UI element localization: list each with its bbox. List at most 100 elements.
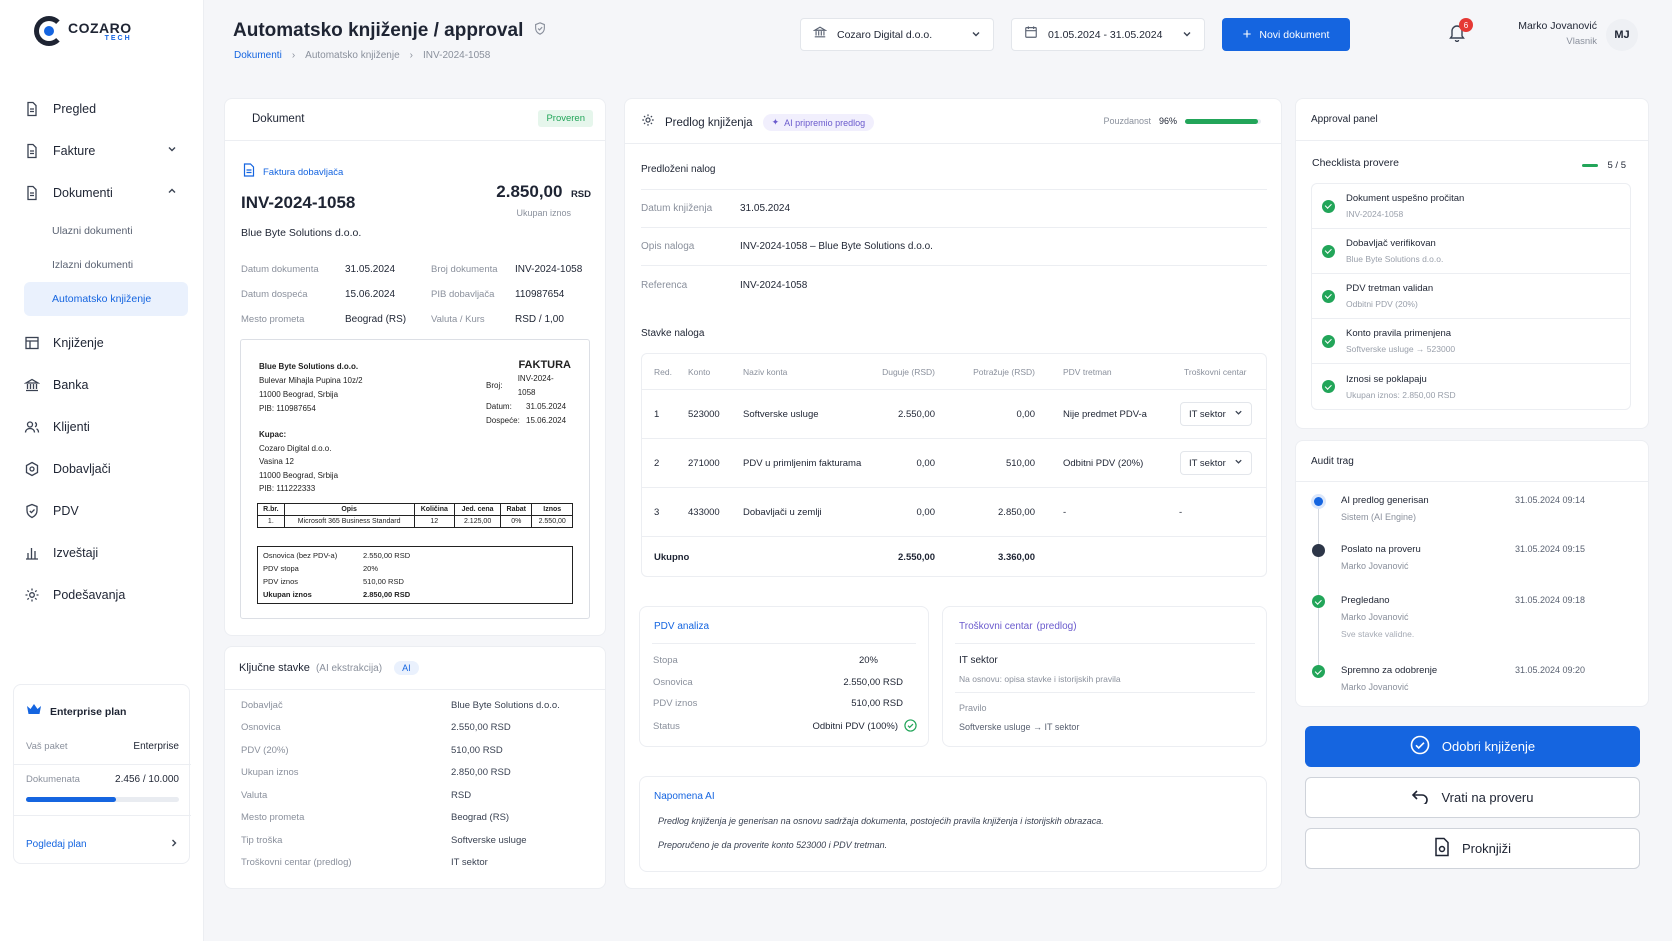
sidebar-item-knjizenje[interactable]: Knjiženje <box>24 322 189 364</box>
sidebar-sub-izlazni[interactable]: Izlazni dokumenti <box>24 248 189 282</box>
key-value: IT sektor <box>451 857 488 869</box>
check-icon <box>1312 665 1325 678</box>
plan-title: Enterprise plan <box>50 706 127 718</box>
document-number: INV-2024-1058 <box>241 193 356 212</box>
approve-button[interactable]: Odobri knjiženje <box>1305 726 1640 767</box>
invoice-preview[interactable]: Blue Byte Solutions d.o.o. Bulevar Mihaj… <box>240 339 590 619</box>
cell-red: 3 <box>654 506 660 518</box>
post-button[interactable]: Proknjiži <box>1305 828 1640 869</box>
sidebar-item-klijenti[interactable]: Klijenti <box>24 406 189 448</box>
page-title: Automatsko knjiženje / approval <box>233 20 524 41</box>
key-value: RSD <box>451 789 472 801</box>
key-value: 2.550,00 RSD <box>451 722 511 734</box>
logo[interactable]: COZARO TECH <box>34 16 132 46</box>
cost-center-name: IT sektor <box>959 655 998 666</box>
sidebar-item-pregled[interactable]: Pregled <box>24 88 189 130</box>
check-circle-icon <box>1410 735 1430 758</box>
sidebar-item-banka[interactable]: Banka <box>24 364 189 406</box>
brand-sub: TECH <box>104 34 132 42</box>
sidebar-sub-automatsko[interactable]: Automatsko knjiženje <box>24 282 188 316</box>
key-label: PDV (20%) <box>241 744 289 756</box>
view-plan-link[interactable]: Pogledaj plan <box>26 835 179 853</box>
invoice-meta-value: 15.06.2024 <box>526 416 567 425</box>
key-items-list: Dobavljač Blue Byte Solutions d.o.o. Osno… <box>241 694 591 874</box>
field-label: Mesto prometa <box>241 314 305 325</box>
field-label: PIB dobavljača <box>431 289 495 300</box>
invoice-cell: 2.125,00 <box>454 515 502 528</box>
table-row[interactable]: 1 523000 Softverske usluge 2.550,00 0,00… <box>642 390 1266 439</box>
logo-mark-icon <box>34 16 64 46</box>
chevron-down-icon <box>971 26 981 44</box>
sidebar-item-izvestaji[interactable]: Izveštaji <box>24 532 189 574</box>
return-label: Vrati na proveru <box>1441 790 1534 805</box>
field-value: 31.05.2024 <box>345 264 396 275</box>
vat-value: 20% <box>858 655 878 667</box>
invoice-meta-value: 31.05.2024 <box>526 402 567 411</box>
sidebar-item-label: Dokumenti <box>53 186 113 200</box>
document-type: Faktura dobavljača <box>263 167 344 178</box>
check-icon <box>1322 244 1335 258</box>
order-fields: Datum knjiženja 31.05.2024 Opis naloga INV… <box>641 189 1267 304</box>
invoice-total-value: 510,00 RSD <box>363 577 404 586</box>
col-header: Red. <box>654 366 672 377</box>
breadcrumb-automatsko[interactable]: Automatsko knjiženje <box>305 50 400 61</box>
company-select[interactable]: Cozaro Digital d.o.o. <box>800 18 994 51</box>
invoice-col: Iznos <box>531 503 573 516</box>
sidebar-sub-ulazni[interactable]: Ulazni dokumenti <box>24 214 189 248</box>
col-header: Troškovni centar <box>1184 366 1247 377</box>
notification-badge: 6 <box>1459 18 1473 32</box>
file-icon <box>24 143 40 159</box>
invoice-meta-label: Dospeće: <box>486 416 520 425</box>
user-info[interactable]: Marko Jovanović Vlasnik <box>1490 20 1597 47</box>
invoice-buyer-address: Vasina 12 <box>259 457 294 466</box>
ai-prepared-label: AI pripremio predlog <box>784 117 866 128</box>
check-icon <box>1312 595 1325 608</box>
table-row[interactable]: 2 271000 PDV u primljenim fakturama 0,00… <box>642 439 1266 488</box>
invoice-meta-value: INV-2024-1058 <box>517 374 554 397</box>
col-header: Naziv konta <box>743 366 788 377</box>
key-items-subtitle: (AI ekstrakcija) <box>315 662 383 674</box>
invoice-total-label: PDV iznos <box>263 577 299 586</box>
document-post-icon <box>1434 837 1450 860</box>
cell-konto: 523000 <box>688 408 720 420</box>
return-button[interactable]: Vrati na proveru <box>1305 777 1640 818</box>
field-value: 110987654 <box>515 289 565 300</box>
invoice-cell: 2.550,00 <box>531 515 573 528</box>
sidebar-item-fakture[interactable]: Fakture <box>24 130 189 172</box>
check-item: Konto pravila primenjena Softverske uslug… <box>1312 319 1630 364</box>
chart-icon <box>24 545 40 561</box>
audit-event-note: Sve stavke validne. <box>1341 629 1415 639</box>
cost-center-select[interactable]: IT sektor <box>1180 402 1252 426</box>
sidebar-item-dokumenti[interactable]: Dokumenti <box>24 172 189 214</box>
cell-potrazuje: 0,00 <box>1016 408 1036 420</box>
audit-event-date: 31.05.2024 09:18 <box>1515 595 1586 605</box>
chevron-down-icon <box>167 144 177 157</box>
period-select[interactable]: 01.05.2024 - 31.05.2024 <box>1011 18 1205 51</box>
audit-event: AI predlog generisan Sistem (AI Engine) … <box>1310 493 1640 533</box>
sidebar-item-podesavanja[interactable]: Podešavanja <box>24 574 189 616</box>
cost-center-select[interactable]: IT sektor <box>1180 451 1252 475</box>
sidebar-item-label: PDV <box>53 504 79 518</box>
key-label: Mesto prometa <box>241 812 305 824</box>
invoice-seller-pib: PIB: 110987654 <box>259 404 316 413</box>
cell-pdv: Odbitni PDV (20%) <box>1063 457 1144 469</box>
chevron-up-icon <box>167 186 177 199</box>
sidebar-item-pdv[interactable]: PDV <box>24 490 189 532</box>
chevron-down-icon <box>1234 408 1243 420</box>
check-item: Iznosi se poklapaju Ukupan iznos: 2.850,0… <box>1312 364 1630 409</box>
invoice-cell: 0% <box>500 515 533 528</box>
new-document-button[interactable]: + Novi dokument <box>1222 18 1350 51</box>
key-label: Dobavljač <box>241 699 283 711</box>
company-value: Cozaro Digital d.o.o. <box>837 28 933 41</box>
check-circle-icon <box>904 718 917 735</box>
vat-label: Osnovica <box>653 676 693 688</box>
bank-icon <box>24 377 40 393</box>
field-label: Broj dokumenta <box>431 264 498 275</box>
file-icon <box>24 101 40 117</box>
breadcrumb-dokumenti[interactable]: Dokumenti <box>234 50 282 61</box>
sidebar-item-dobavljaci[interactable]: Dobavljači <box>24 448 189 490</box>
avatar[interactable]: MJ <box>1606 19 1638 51</box>
notifications-button[interactable]: 6 <box>1448 18 1473 46</box>
table-row[interactable]: 3 433000 Dobavljači u zemlji 0,00 2.850,… <box>642 488 1266 537</box>
col-header: PDV tretman <box>1063 366 1112 377</box>
